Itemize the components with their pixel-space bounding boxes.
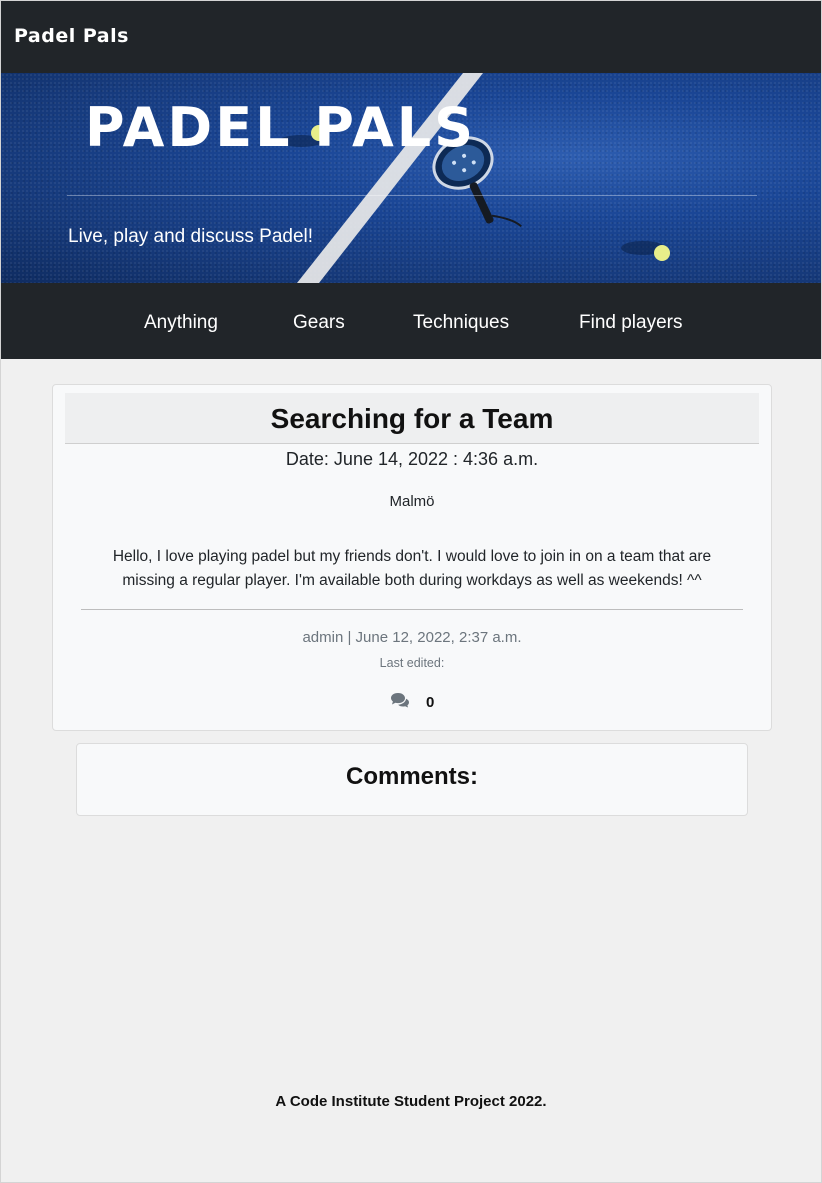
- comment-count: 0: [426, 694, 435, 711]
- hero-banner: PADEL PALS Live, play and discuss Padel!: [1, 73, 821, 283]
- category-link-anything[interactable]: Anything: [144, 312, 218, 334]
- post-header: Searching for a Team: [65, 393, 759, 444]
- category-link-find-players[interactable]: Find players: [579, 312, 683, 334]
- footer-text: A Code Institute Student Project 2022.: [275, 1093, 547, 1110]
- post-title: Searching for a Team: [270, 403, 554, 434]
- post-divider: [81, 609, 743, 610]
- brand-link[interactable]: Padel Pals: [14, 25, 129, 47]
- top-navbar: Padel Pals: [1, 1, 821, 73]
- category-link-gears[interactable]: Gears: [293, 312, 345, 334]
- post-author-meta: admin | June 12, 2022, 2:37 a.m.: [302, 629, 522, 646]
- ball-icon: [621, 241, 670, 261]
- post-stats: 0: [53, 692, 771, 713]
- hero-divider: [67, 195, 757, 196]
- hero-title: PADEL PALS: [85, 96, 477, 159]
- post-last-edited: Last edited:: [379, 656, 445, 670]
- hero-subtitle: Live, play and discuss Padel!: [68, 226, 314, 247]
- category-link-techniques[interactable]: Techniques: [413, 312, 509, 334]
- footer: A Code Institute Student Project 2022.: [1, 1093, 821, 1110]
- comments-icon: [390, 692, 410, 713]
- comments-section: Comments:: [76, 743, 748, 816]
- comments-title: Comments:: [345, 763, 478, 790]
- category-nav: Anything Gears Techniques Find players: [1, 283, 821, 359]
- post-location: Malmö: [389, 493, 435, 510]
- post-date: Date: June 14, 2022 : 4:36 a.m.: [285, 449, 539, 469]
- post-body: Hello, I love playing padel but my frien…: [112, 548, 712, 589]
- post-card: Searching for a Team Date: June 14, 2022…: [52, 384, 772, 731]
